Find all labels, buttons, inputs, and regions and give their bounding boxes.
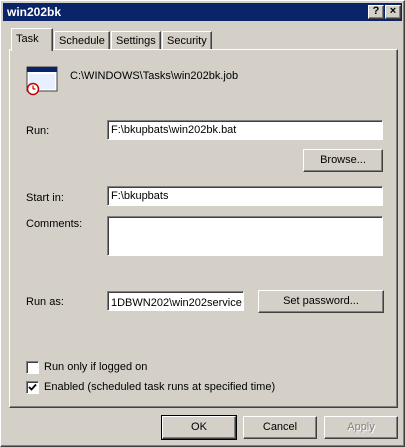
title-bar[interactable]: win202bk ? × bbox=[3, 3, 402, 21]
browse-label: Browse... bbox=[320, 154, 366, 166]
task-file-path: C:\WINDOWS\Tasks\win202bk.job bbox=[70, 70, 239, 82]
task-properties-dialog: win202bk ? × Task Schedule Settings Secu… bbox=[0, 0, 405, 447]
enabled-checkbox[interactable] bbox=[26, 381, 39, 394]
cancel-button[interactable]: Cancel bbox=[243, 416, 317, 439]
start-in-field[interactable]: F:\bkupbats bbox=[107, 186, 383, 206]
tab-security[interactable]: Security bbox=[162, 31, 212, 51]
run-field-value: F:\bkupbats\win202bk.bat bbox=[111, 124, 237, 136]
set-password-button[interactable]: Set password... bbox=[258, 290, 384, 313]
apply-label: Apply bbox=[347, 421, 375, 433]
checkmark-icon bbox=[28, 383, 37, 391]
ok-button[interactable]: OK bbox=[161, 415, 237, 440]
start-in-label: Start in: bbox=[26, 192, 64, 204]
run-as-label: Run as: bbox=[26, 296, 64, 308]
run-as-field[interactable]: 1DBWN202\win202service bbox=[107, 291, 244, 311]
browse-button[interactable]: Browse... bbox=[303, 149, 383, 172]
text-caret bbox=[242, 295, 243, 308]
window-title: win202bk bbox=[7, 5, 62, 19]
comments-field[interactable] bbox=[107, 216, 383, 256]
help-icon: ? bbox=[372, 5, 380, 17]
run-only-logged-on-checkbox[interactable] bbox=[26, 361, 39, 374]
ok-label: OK bbox=[191, 421, 207, 433]
start-in-field-value: F:\bkupbats bbox=[111, 190, 169, 202]
tab-schedule[interactable]: Schedule bbox=[54, 31, 110, 51]
tab-settings[interactable]: Settings bbox=[111, 31, 161, 51]
cancel-label: Cancel bbox=[262, 421, 298, 433]
tab-task[interactable]: Task bbox=[11, 28, 53, 51]
help-button[interactable]: ? bbox=[368, 5, 384, 19]
run-field[interactable]: F:\bkupbats\win202bk.bat bbox=[107, 120, 383, 140]
apply-button: Apply bbox=[324, 416, 398, 439]
run-only-logged-on-label[interactable]: Run only if logged on bbox=[44, 361, 147, 373]
enabled-label[interactable]: Enabled (scheduled task runs at specifie… bbox=[44, 381, 275, 393]
close-icon: × bbox=[389, 5, 397, 17]
scheduled-task-icon bbox=[26, 66, 60, 96]
run-label: Run: bbox=[26, 125, 50, 137]
close-button[interactable]: × bbox=[385, 5, 401, 19]
set-password-label: Set password... bbox=[283, 295, 359, 307]
comments-label: Comments: bbox=[26, 218, 83, 230]
run-as-field-value: 1DBWN202\win202service bbox=[111, 297, 242, 309]
